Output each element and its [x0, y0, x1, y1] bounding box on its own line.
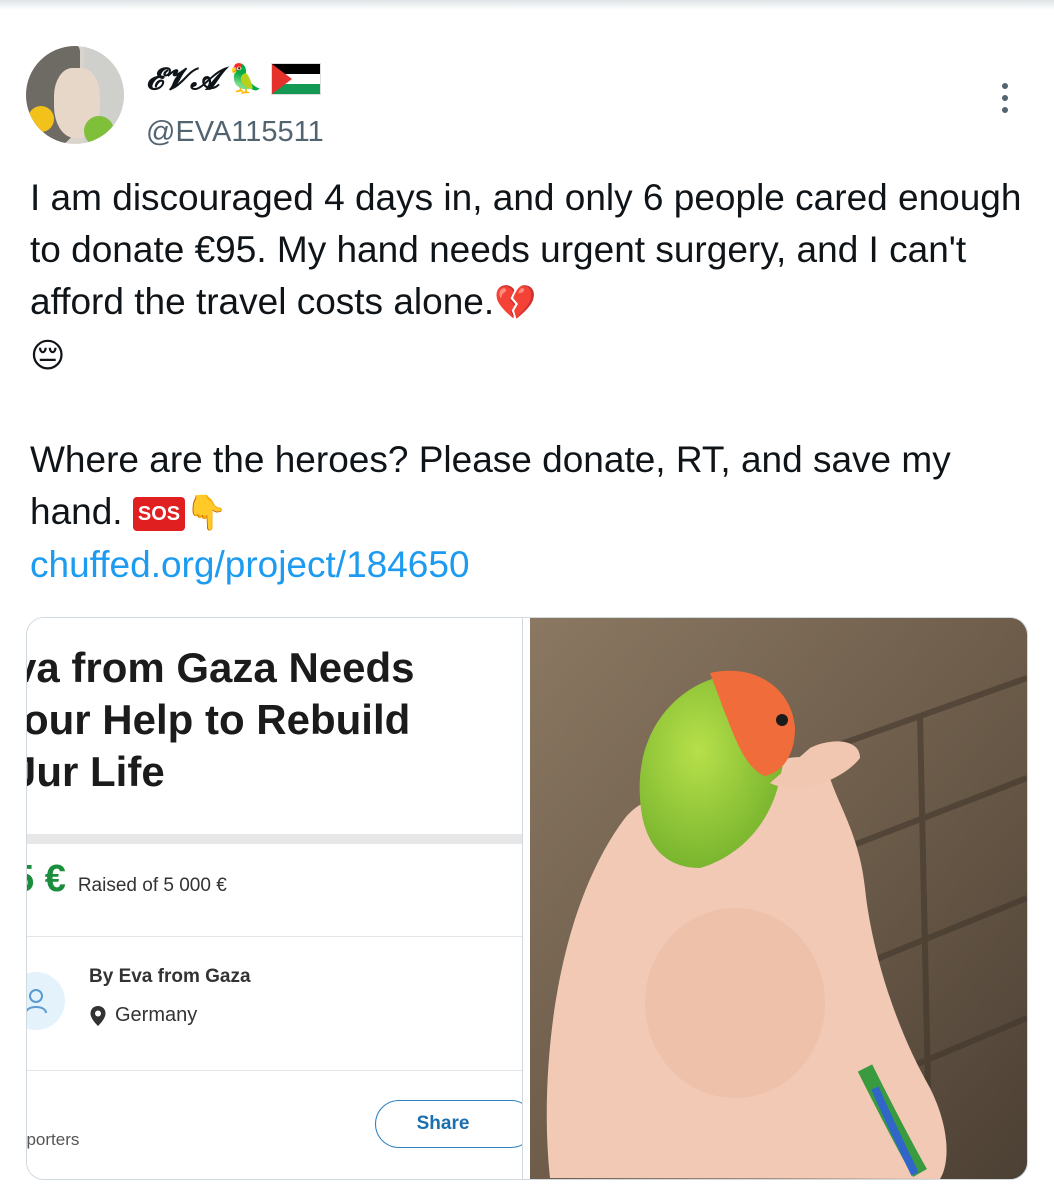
media-divider: [522, 618, 529, 1179]
location-pin-icon: [90, 1005, 106, 1026]
user-icon: [27, 972, 65, 1030]
campaign-screenshot[interactable]: va from Gaza Needs 'our Help to Rebuild …: [27, 618, 522, 1179]
palestine-flag-icon: [271, 63, 322, 95]
author-name-row[interactable]: 𝓔𝓥𝓐 🦜: [146, 54, 322, 104]
parrot-photo[interactable]: [530, 618, 1027, 1179]
organizer-location: Germany: [89, 1004, 197, 1027]
raised-row: 5 € Raised of 5 000 €: [27, 858, 227, 908]
tweet-media-grid[interactable]: va from Gaza Needs 'our Help to Rebuild …: [26, 617, 1028, 1180]
avatar-green-bird: [84, 116, 114, 144]
tweet-link[interactable]: chuffed.org/project/184650: [30, 539, 1030, 591]
tweet-paragraph-1: I am discouraged 4 days in, and only 6 p…: [30, 172, 1030, 382]
top-divider: [0, 0, 1054, 10]
share-button[interactable]: Share: [375, 1100, 522, 1148]
tweet-paragraph-2: Where are the heroes? Please donate, RT,…: [30, 434, 1030, 539]
campaign-progress-track: [27, 834, 522, 844]
avatar-yellow-bird: [28, 106, 54, 132]
parrot-in-hand-image: [530, 618, 1027, 1179]
supporters-label: pporters: [27, 1130, 80, 1149]
raised-amount: 5 €: [27, 858, 66, 900]
raised-goal-label: Raised of 5 000 €: [77, 875, 227, 896]
pensive-face-emoji: 😔: [30, 337, 66, 375]
broken-heart-emoji: 💔: [494, 284, 537, 322]
author-display-name[interactable]: 𝓔𝓥𝓐: [146, 62, 220, 97]
tweet-text: I am discouraged 4 days in, and only 6 p…: [30, 172, 1030, 591]
campaign-title: va from Gaza Needs 'our Help to Rebuild …: [27, 642, 522, 798]
location-text: Germany: [115, 1004, 198, 1026]
pointing-down-emoji: 👇: [185, 494, 228, 532]
campaign-title-line-3: Jur Life: [27, 748, 165, 795]
sos-emoji: SOS: [132, 497, 186, 532]
campaign-title-line-1: va from Gaza Needs: [27, 644, 415, 691]
organizer-name: By Eva from Gaza: [89, 966, 251, 987]
card-divider: [27, 936, 522, 937]
card-divider-2: [27, 1070, 522, 1071]
campaign-title-line-2: 'our Help to Rebuild: [27, 696, 411, 743]
author-avatar[interactable]: [26, 46, 124, 144]
more-vertical-icon[interactable]: [990, 78, 1020, 118]
parrot-emoji: 🦜: [228, 63, 264, 94]
author-handle[interactable]: @EVA115511: [146, 116, 324, 149]
